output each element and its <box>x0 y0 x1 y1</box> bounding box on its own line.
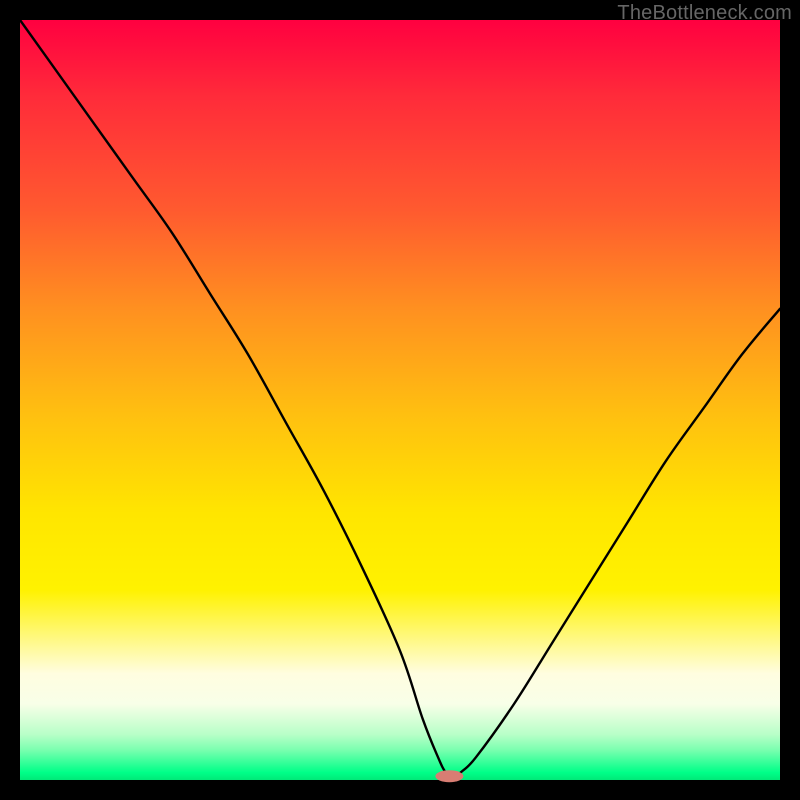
watermark-text: TheBottleneck.com <box>617 2 792 25</box>
chart-container: TheBottleneck.com <box>0 0 800 800</box>
bottleneck-curve <box>20 20 780 780</box>
optimum-marker <box>435 770 463 782</box>
chart-svg <box>20 20 780 780</box>
